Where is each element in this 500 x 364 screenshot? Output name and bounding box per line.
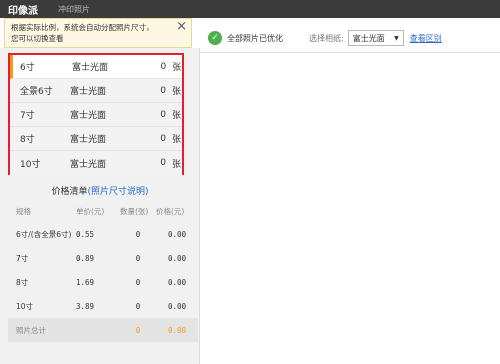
optimize-status: 全部照片已优化 [227, 33, 283, 43]
total-label: 照片总计 [8, 318, 76, 342]
size-item-10[interactable]: 10寸 富士光面 0 张 [10, 151, 182, 175]
row-quantity: 0 [135, 253, 141, 263]
top-bar: 印像派 冲印照片 [0, 0, 500, 18]
size-count: 0 [160, 85, 166, 96]
row-price: 0.00 [167, 229, 187, 239]
row-quantity: 0 [135, 229, 141, 239]
row-unit-price: 0.89 [76, 253, 95, 263]
size-unit: 张 [172, 135, 182, 145]
tab-print-photos[interactable]: 冲印照片 [58, 4, 90, 15]
row-spec: 6寸/(含全景6寸) [16, 229, 72, 239]
row-price: 0.00 [167, 301, 187, 311]
check-icon: ✓ [208, 31, 222, 45]
size-paper: 富士光面 [70, 111, 107, 121]
table-row: 7寸 0.89 0 0.00 [8, 246, 198, 270]
price-table-header: 规格 单价(元) 数量(张) 价格(元) [8, 200, 198, 222]
table-row: 8寸 1.69 0 0.00 [8, 270, 198, 294]
table-row: 10寸 3.89 0 0.00 [8, 294, 198, 318]
size-item-7[interactable]: 7寸 富士光面 0 张 [10, 103, 182, 127]
photo-size-guide-link[interactable]: (照片尺寸说明) [87, 187, 148, 197]
price-table: 规格 单价(元) 数量(张) 价格(元) 6寸/(含全景6寸) 0.55 0 0… [8, 200, 198, 342]
hint-tooltip: 根据实际比例，系统会自动分配照片尺寸， 您可以切换查看 × [4, 18, 192, 48]
size-item-6[interactable]: 6寸 富士光面 0 张 [10, 55, 182, 79]
hint-text-line2: 您可以切换查看 [11, 34, 64, 43]
row-spec: 10寸 [16, 301, 34, 311]
toolbar-divider [200, 52, 500, 53]
col-spec: 规格 [16, 206, 31, 216]
close-icon[interactable]: × [176, 20, 187, 33]
app-logo: 印像派 [8, 5, 38, 17]
size-name: 6寸 [20, 63, 35, 73]
total-row: 照片总计 0 0.00 [8, 318, 198, 342]
size-item-panorama-6[interactable]: 全景6寸 富士光面 0 张 [10, 79, 182, 103]
size-count: 0 [160, 133, 166, 144]
size-count: 0 [160, 158, 166, 168]
size-item-8[interactable]: 8寸 富士光面 0 张 [10, 127, 182, 151]
size-name: 全景6寸 [20, 87, 53, 97]
view-difference-link[interactable]: 查看区别 [410, 33, 442, 44]
total-unit-price [76, 318, 120, 342]
size-count: 0 [160, 61, 167, 72]
size-name: 10寸 [20, 159, 41, 170]
size-paper: 富士光面 [70, 159, 107, 170]
size-paper: 富士光面 [70, 87, 107, 97]
chevron-down-icon: ▼ [394, 34, 399, 42]
row-spec: 8寸 [16, 277, 29, 287]
row-unit-price: 0.55 [76, 229, 95, 239]
size-count: 0 [160, 109, 166, 120]
paper-select-value: 富士光面 [352, 33, 385, 43]
size-unit: 张 [172, 63, 182, 73]
size-name: 7寸 [20, 111, 35, 121]
row-quantity: 0 [135, 301, 141, 311]
row-unit-price: 1.69 [76, 277, 95, 287]
col-unit-price: 单价(元) [76, 206, 105, 216]
row-price: 0.00 [167, 277, 187, 287]
toolbar: ✓ 全部照片已优化 选择相纸: 富士光面 ▼ 查看区别 [200, 24, 500, 52]
table-row: 6寸/(含全景6寸) 0.55 0 0.00 [8, 222, 198, 246]
size-name: 8寸 [20, 135, 35, 145]
price-list-heading: 价格清单(照片尺寸说明) [0, 184, 200, 197]
col-quantity: 数量(张) [120, 206, 149, 216]
row-quantity: 0 [135, 277, 141, 287]
size-list: 6寸 富士光面 0 张 全景6寸 富士光面 0 张 7寸 富士光面 0 张 8寸… [8, 53, 184, 175]
paper-select[interactable]: 富士光面 ▼ [347, 30, 404, 46]
total-quantity: 0 [120, 318, 156, 342]
row-spec: 7寸 [16, 253, 29, 263]
paper-label: 选择相纸: [309, 33, 344, 43]
price-list-title: 价格清单 [51, 187, 88, 197]
row-price: 0.00 [167, 253, 187, 263]
row-unit-price: 3.89 [76, 301, 95, 311]
size-paper: 富士光面 [72, 63, 109, 73]
total-price: 0.00 [156, 318, 198, 342]
col-price: 价格(元) [156, 206, 185, 216]
size-unit: 张 [172, 159, 182, 170]
size-unit: 张 [172, 111, 182, 121]
hint-text-line1: 根据实际比例，系统会自动分配照片尺寸， [11, 23, 154, 32]
size-paper: 富士光面 [70, 135, 107, 145]
size-unit: 张 [172, 87, 182, 97]
